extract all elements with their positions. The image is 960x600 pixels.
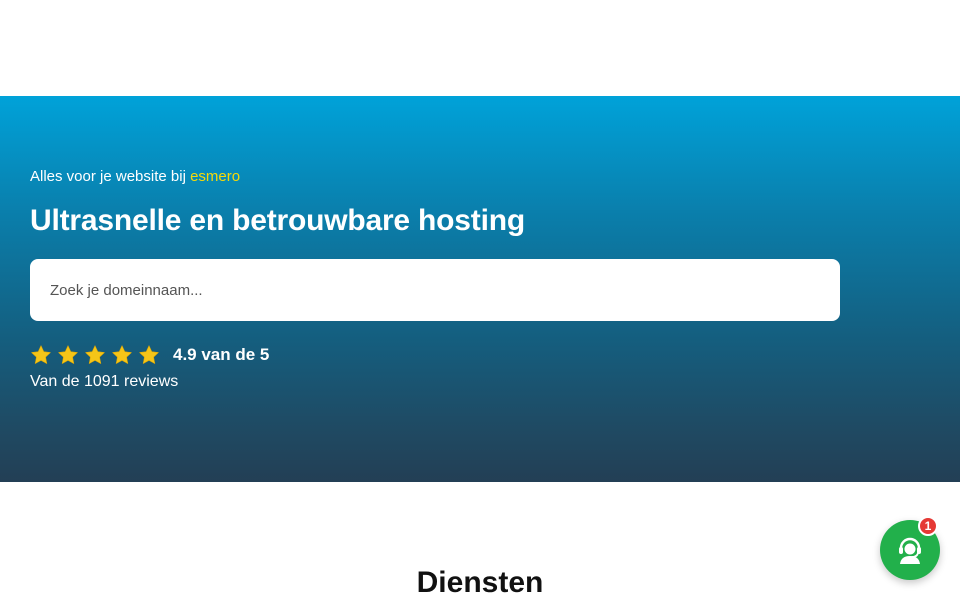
domain-search-input[interactable] [30,259,840,321]
star-icon [112,345,132,364]
hero-section: Alles voor je website bij esmero Ultrasn… [0,96,960,482]
top-header-bar [0,0,960,96]
eyebrow-prefix: Alles voor je website bij [30,168,186,185]
services-heading: Diensten [416,566,544,599]
rating-summary: 4.9 van de 5 [30,342,269,368]
rating-stars [30,344,165,366]
star-icon [85,345,105,364]
hero-eyebrow: Alles voor je website bij esmero [30,168,240,185]
hero-headline: Ultrasnelle en betrouwbare hosting [30,204,525,237]
star-icon [139,345,159,364]
brand-name: esmero [190,168,241,185]
review-count: Van de 1091 reviews [30,373,179,390]
rating-score: 4.9 van de 5 [173,345,270,364]
chat-notification-badge: 1 [918,516,938,536]
star-icon [58,345,78,364]
star-icon [31,345,51,364]
support-agent-icon [899,537,921,564]
